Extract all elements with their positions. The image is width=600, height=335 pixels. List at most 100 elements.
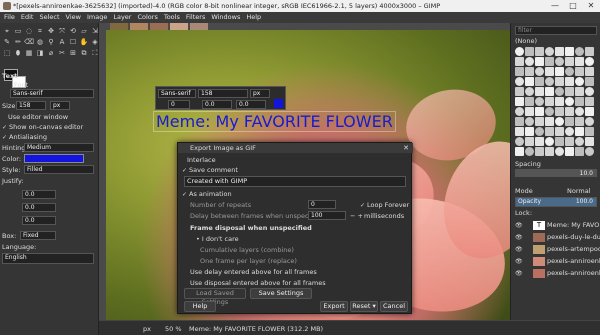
- tool-icon[interactable]: ☐: [68, 37, 78, 47]
- brush-swatch[interactable]: [565, 137, 574, 146]
- layer-row[interactable]: 👁 pexels-duy-le-du: [511, 232, 600, 243]
- style-select[interactable]: Filled: [24, 165, 94, 174]
- box-select[interactable]: Fixed: [20, 231, 56, 240]
- opacity-slider[interactable]: Opacity 100.0: [515, 197, 597, 207]
- brush-swatch[interactable]: [515, 127, 524, 136]
- dialog-close-icon[interactable]: ✕: [403, 143, 409, 153]
- loop-forever-checkbox[interactable]: Loop Forever: [360, 201, 409, 209]
- brush-swatch[interactable]: [515, 77, 524, 86]
- brush-swatch[interactable]: [545, 97, 554, 106]
- brush-swatch[interactable]: [555, 117, 564, 126]
- menu-colors[interactable]: Colors: [137, 12, 157, 23]
- brush-swatch[interactable]: [535, 107, 544, 116]
- tool-icon[interactable]: ▱: [79, 26, 89, 36]
- tool-icon[interactable]: ⬚: [2, 48, 12, 58]
- menu-image[interactable]: Image: [87, 12, 107, 23]
- textbar-font-field[interactable]: Sans-serif: [158, 89, 196, 98]
- brush-swatch[interactable]: [575, 137, 584, 146]
- layer-row[interactable]: 👁 pexels-anniroenl: [511, 256, 600, 267]
- brush-swatch[interactable]: [515, 47, 524, 56]
- brush-swatch[interactable]: [565, 97, 574, 106]
- brush-swatch[interactable]: [565, 127, 574, 136]
- brush-swatch[interactable]: [525, 77, 534, 86]
- tool-icon[interactable]: ◌: [24, 26, 34, 36]
- image-tab[interactable]: [170, 23, 188, 30]
- brush-swatch[interactable]: [515, 117, 524, 126]
- brush-swatch[interactable]: [555, 57, 564, 66]
- tool-icon[interactable]: ✥: [46, 26, 56, 36]
- brush-swatch[interactable]: [575, 47, 584, 56]
- zoom-select[interactable]: 50 %: [165, 325, 182, 333]
- interlace-checkbox[interactable]: Interlace: [187, 156, 216, 164]
- save-comment-checkbox[interactable]: Save comment: [182, 166, 238, 174]
- brush-swatch[interactable]: [525, 57, 534, 66]
- brush-swatch[interactable]: [545, 47, 554, 56]
- brush-swatch[interactable]: [585, 77, 594, 86]
- menu-windows[interactable]: Windows: [211, 12, 240, 23]
- brush-swatch[interactable]: [515, 147, 524, 156]
- brush-swatch[interactable]: [525, 97, 534, 106]
- brush-swatch[interactable]: [545, 87, 554, 96]
- unit-select[interactable]: px: [143, 325, 151, 333]
- tool-icon[interactable]: ⌀: [46, 48, 56, 58]
- brush-swatch[interactable]: [585, 57, 594, 66]
- hinting-select[interactable]: Medium: [24, 143, 94, 152]
- layer-row[interactable]: 👁 pexels-anniroenl: [511, 268, 600, 279]
- image-tab[interactable]: [110, 23, 128, 30]
- brush-swatch[interactable]: [515, 67, 524, 76]
- brush-swatch[interactable]: [565, 107, 574, 116]
- brush-swatch[interactable]: [585, 117, 594, 126]
- brush-swatch[interactable]: [555, 87, 564, 96]
- brush-swatch[interactable]: [555, 77, 564, 86]
- tool-icon[interactable]: ✋: [79, 37, 89, 47]
- vertical-ruler[interactable]: [99, 30, 106, 320]
- brush-swatch[interactable]: [585, 147, 594, 156]
- textbar-spacing-field[interactable]: 0.0: [236, 100, 266, 109]
- brush-swatch[interactable]: [535, 117, 544, 126]
- tool-icon[interactable]: ⌗: [35, 26, 45, 36]
- brush-swatch[interactable]: [525, 47, 534, 56]
- textbar-kerning-field[interactable]: 0.0: [202, 100, 232, 109]
- use-delay-checkbox[interactable]: Use delay entered above for all frames: [190, 268, 317, 276]
- menu-tools[interactable]: Tools: [164, 12, 180, 23]
- reset-button[interactable]: Reset ▾: [350, 301, 378, 312]
- brush-swatch[interactable]: [575, 117, 584, 126]
- delay-field[interactable]: 100: [308, 211, 346, 220]
- layer-row[interactable]: 👁 T Meme: My FAVORI: [511, 220, 600, 231]
- use-editor-checkbox[interactable]: Use editor window: [8, 113, 68, 121]
- brush-swatch[interactable]: [525, 137, 534, 146]
- tool-icon[interactable]: ✎: [2, 37, 12, 47]
- brush-swatch[interactable]: [545, 57, 554, 66]
- repeats-field[interactable]: 0: [308, 200, 336, 209]
- brush-swatch[interactable]: [555, 107, 564, 116]
- brush-swatch[interactable]: [575, 87, 584, 96]
- eye-icon[interactable]: 👁: [515, 220, 523, 231]
- minimize-button[interactable]: —: [546, 0, 564, 12]
- disposal-one-frame-radio[interactable]: One frame per layer (replace): [200, 257, 297, 265]
- tool-icon[interactable]: ⧉: [79, 48, 89, 58]
- brush-swatch[interactable]: [525, 67, 534, 76]
- brush-swatch[interactable]: [525, 127, 534, 136]
- menu-layer[interactable]: Layer: [113, 12, 131, 23]
- show-onscreen-checkbox[interactable]: Show on-canvas editor: [2, 123, 83, 131]
- menu-help[interactable]: Help: [246, 12, 261, 23]
- brush-swatch[interactable]: [535, 77, 544, 86]
- close-button[interactable]: ✕: [582, 0, 600, 12]
- tool-icon[interactable]: ⊞: [68, 48, 78, 58]
- brush-swatch[interactable]: [585, 87, 594, 96]
- menu-view[interactable]: View: [66, 12, 81, 23]
- brush-swatch[interactable]: [565, 87, 574, 96]
- brush-swatch[interactable]: [575, 127, 584, 136]
- brush-swatch[interactable]: [575, 97, 584, 106]
- brush-swatch[interactable]: [585, 137, 594, 146]
- brush-swatch[interactable]: [535, 87, 544, 96]
- brush-swatch[interactable]: [565, 147, 574, 156]
- tool-icon[interactable]: ✂: [57, 48, 67, 58]
- export-button[interactable]: Export: [320, 301, 348, 312]
- brush-swatch[interactable]: [525, 117, 534, 126]
- menu-select[interactable]: Select: [39, 12, 59, 23]
- brush-swatch[interactable]: [555, 147, 564, 156]
- brush-swatch[interactable]: [555, 67, 564, 76]
- brush-swatch[interactable]: [535, 67, 544, 76]
- brush-swatch[interactable]: [575, 67, 584, 76]
